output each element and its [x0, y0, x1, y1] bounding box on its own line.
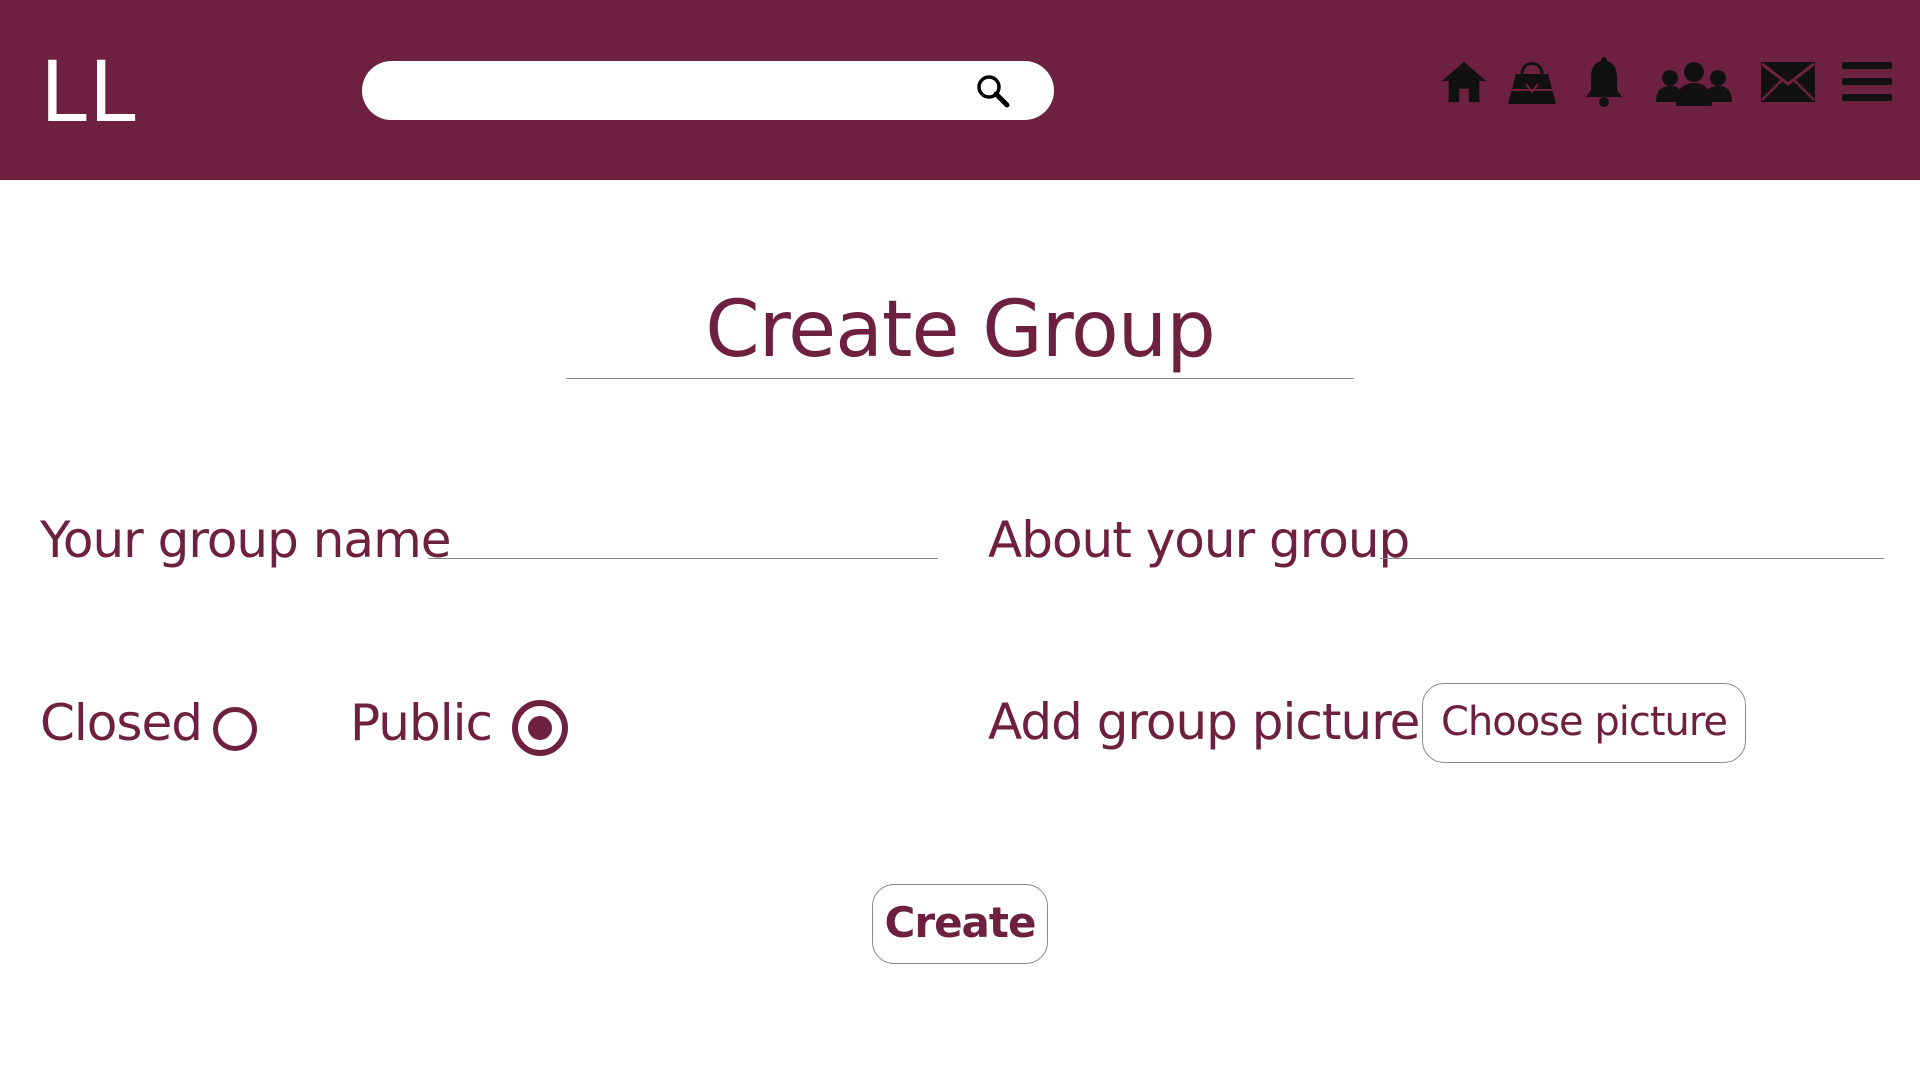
- closed-radio[interactable]: [213, 707, 257, 751]
- public-label: Public: [350, 694, 493, 752]
- bell-icon[interactable]: [1584, 56, 1624, 108]
- about-group-input[interactable]: [1380, 514, 1884, 559]
- group-name-input[interactable]: [428, 514, 938, 559]
- logo[interactable]: LL: [40, 42, 138, 142]
- menu-icon[interactable]: [1842, 60, 1892, 104]
- public-radio-selected-dot: [528, 716, 552, 740]
- title-section: Create Group: [566, 282, 1354, 379]
- search-input[interactable]: [386, 69, 990, 113]
- add-picture-label: Add group picture: [988, 693, 1420, 751]
- search-icon[interactable]: [974, 72, 1012, 110]
- home-icon[interactable]: [1440, 56, 1488, 108]
- handbag-icon[interactable]: [1506, 56, 1558, 108]
- create-button[interactable]: Create: [872, 884, 1048, 964]
- mail-icon[interactable]: [1760, 60, 1816, 104]
- search-bar[interactable]: [362, 61, 1054, 120]
- public-radio[interactable]: [512, 700, 568, 756]
- choose-picture-button[interactable]: Choose picture: [1422, 683, 1746, 763]
- closed-label: Closed: [40, 694, 203, 752]
- page-title: Create Group: [705, 285, 1215, 375]
- group-icon[interactable]: [1656, 56, 1732, 108]
- group-name-label: Your group name: [40, 511, 452, 569]
- top-navbar: LL: [0, 0, 1920, 180]
- about-group-label: About your group: [988, 511, 1410, 569]
